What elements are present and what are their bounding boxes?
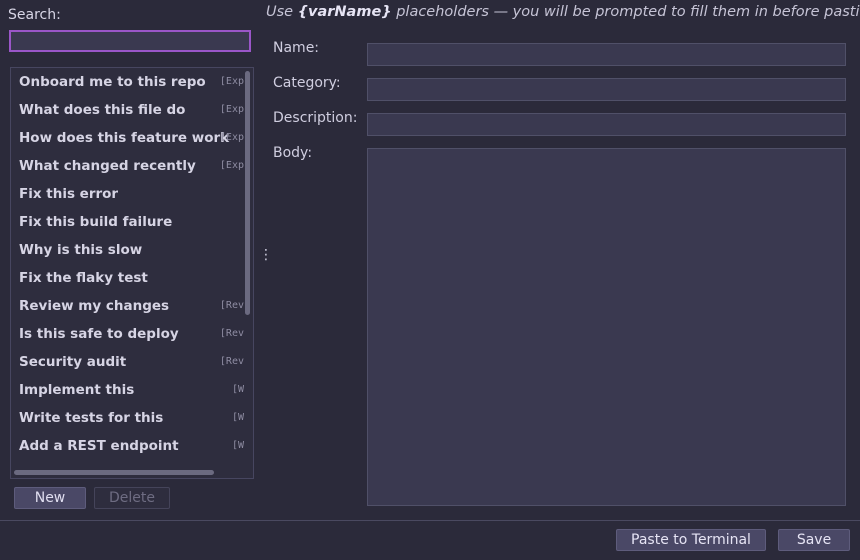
list-horizontal-scrollbar[interactable] [14, 470, 214, 475]
list-item-category: [Exp [219, 160, 244, 171]
list-item-title: Fix this error [19, 186, 119, 202]
list-item-title: Add a REST endpoint [19, 438, 179, 454]
paste-to-terminal-button[interactable]: Paste to Terminal [616, 529, 766, 551]
name-label: Name: [273, 40, 320, 56]
list-item[interactable]: How does this feature work [Exp [11, 124, 244, 152]
list-item[interactable]: Implement this [W [11, 376, 244, 404]
list-item[interactable]: Add a REST endpoint [W [11, 432, 244, 460]
list-item[interactable]: Fix the flaky test [11, 264, 244, 292]
list-item[interactable]: Onboard me to this repo [Exp [11, 68, 244, 96]
description-label: Description: [273, 110, 358, 126]
list-item-title: Is this safe to deploy [19, 326, 179, 342]
list-item-title: Write tests for this [19, 410, 164, 426]
list-item-category: [Exp [219, 104, 244, 115]
description-field[interactable] [367, 113, 846, 136]
list-item[interactable]: Fix this build failure [11, 208, 244, 236]
search-input[interactable] [9, 30, 251, 52]
list-item-title: Fix the flaky test [19, 270, 148, 286]
name-field[interactable] [367, 43, 846, 66]
list-item[interactable]: Write tests for this [W [11, 404, 244, 432]
save-button[interactable]: Save [778, 529, 850, 551]
hint-suffix: placeholders — you will be prompted to f… [391, 4, 860, 20]
list-item[interactable]: Why is this slow [11, 236, 244, 264]
delete-button[interactable]: Delete [94, 487, 170, 509]
list-item-category: [Rev [219, 356, 244, 367]
hint-placeholder-example: {varName} [297, 4, 392, 20]
list-item-title: Onboard me to this repo [19, 74, 206, 90]
list-item-title: What changed recently [19, 158, 196, 174]
list-item-title: Security audit [19, 354, 127, 370]
list-item-title: Why is this slow [19, 242, 143, 258]
list-item-title: How does this feature work [19, 130, 230, 146]
list-item[interactable]: Review my changes [Rev [11, 292, 244, 320]
list-item-title: What does this file do [19, 102, 186, 118]
list-item[interactable]: Is this safe to deploy [Rev [11, 320, 244, 348]
list-item-category: [W [231, 412, 244, 423]
list-item-category: [Rev [219, 328, 244, 339]
list-item-category: [Exp [219, 132, 244, 143]
list-vertical-scrollbar[interactable] [245, 71, 250, 315]
placeholder-hint: Use {varName} placeholders — you will be… [266, 4, 860, 20]
list-item-category: [Rev [219, 300, 244, 311]
body-label: Body: [273, 145, 313, 161]
list-item-category: [Exp [219, 76, 244, 87]
split-pane-divider-icon[interactable]: ⋮ [259, 248, 273, 269]
template-list: Onboard me to this repo [Exp What does t… [10, 67, 254, 479]
list-item-category: [W [231, 440, 244, 451]
list-item[interactable]: What changed recently [Exp [11, 152, 244, 180]
list-item-title: Implement this [19, 382, 135, 398]
list-item-title: Review my changes [19, 298, 170, 314]
search-label: Search: [8, 7, 61, 23]
list-item[interactable]: Security audit [Rev [11, 348, 244, 376]
list-item-title: Fix this build failure [19, 214, 173, 230]
category-label: Category: [273, 75, 341, 91]
list-item[interactable]: What does this file do [Exp [11, 96, 244, 124]
list-item[interactable]: Fix this error [11, 180, 244, 208]
category-field[interactable] [367, 78, 846, 101]
hint-prefix: Use [266, 4, 298, 20]
list-item-category: [W [231, 384, 244, 395]
body-textarea[interactable] [367, 148, 846, 506]
new-button[interactable]: New [14, 487, 86, 509]
